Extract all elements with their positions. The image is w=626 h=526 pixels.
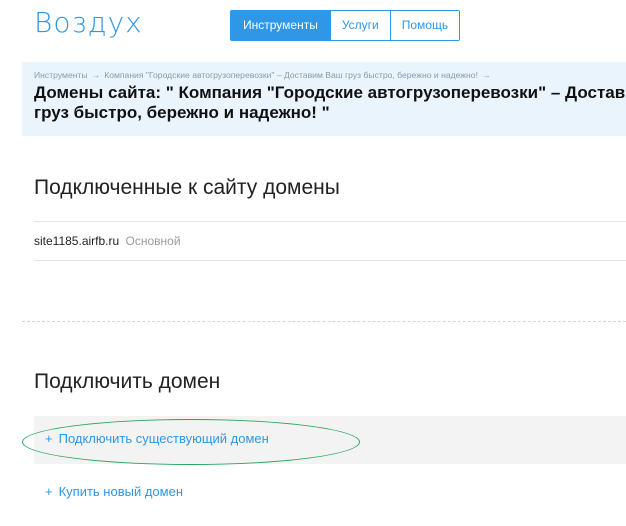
- breadcrumb-separator: →: [481, 70, 491, 80]
- buy-new-domain-link[interactable]: + Купить новый домен: [45, 484, 183, 499]
- connect-existing-domain-label: Подключить существующий домен: [58, 431, 269, 446]
- breadcrumb: Инструменты → Компания "Городские автогруз…: [34, 70, 495, 80]
- buy-domain-row: + Купить новый домен: [34, 469, 626, 517]
- primary-badge: Основной: [125, 234, 181, 248]
- connect-domain-heading: Подключить домен: [34, 370, 221, 393]
- section-divider: [22, 321, 626, 322]
- nav-tab-services[interactable]: Услуги: [329, 11, 390, 40]
- site-logo[interactable]: Воздух: [34, 6, 143, 39]
- domain-entry: site1185.airfb.ru Основной: [34, 234, 181, 248]
- plus-icon: +: [45, 431, 53, 446]
- nav-tab-help[interactable]: Помощь: [389, 11, 460, 40]
- domain-name[interactable]: site1185.airfb.ru: [34, 234, 119, 248]
- connected-domains-heading: Подключенные к сайту домены: [34, 176, 340, 199]
- connect-existing-row: + Подключить существующий домен: [34, 416, 626, 464]
- breadcrumb-item-tools[interactable]: Инструменты: [34, 70, 88, 80]
- breadcrumb-item-site[interactable]: Компания "Городские автогрузоперевозки" …: [104, 70, 478, 80]
- connect-existing-domain-link[interactable]: + Подключить существующий домен: [45, 431, 269, 446]
- main-nav: Инструменты Услуги Помощь: [230, 10, 461, 41]
- page-title: Домены сайта: " Компания "Городские авто…: [34, 83, 626, 123]
- page-title-line-2: груз быстро, бережно и надежно! ": [34, 103, 330, 122]
- breadcrumb-separator: →: [91, 70, 101, 80]
- buy-new-domain-label: Купить новый домен: [58, 484, 184, 499]
- nav-tab-tools[interactable]: Инструменты: [231, 11, 330, 40]
- domain-row: site1185.airfb.ru Основной: [34, 221, 626, 261]
- page-title-line-1: Домены сайта: " Компания "Городские авто…: [34, 83, 626, 102]
- plus-icon: +: [45, 484, 53, 499]
